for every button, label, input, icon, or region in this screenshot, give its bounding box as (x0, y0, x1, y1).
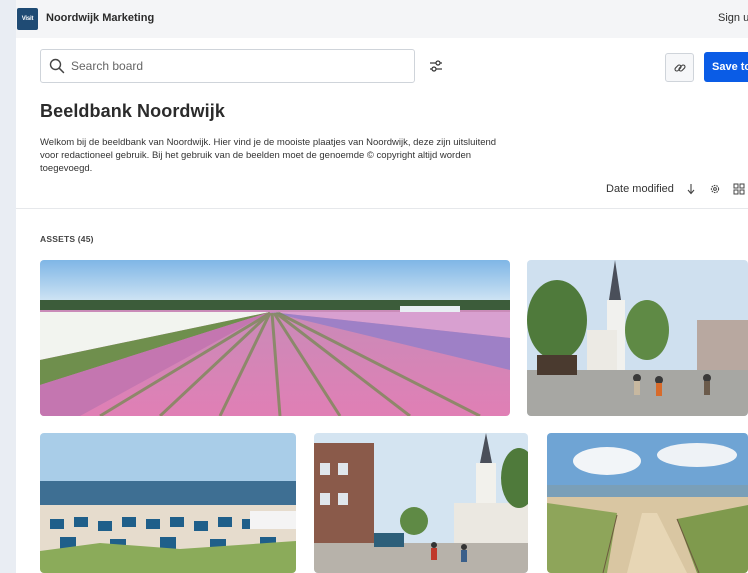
divider (16, 208, 748, 209)
org-name: Noordwijk Marketing (46, 12, 155, 24)
asset-tile-church-square[interactable] (527, 260, 748, 416)
settings-gear-icon[interactable] (708, 182, 722, 196)
org-logo[interactable]: Visit (17, 8, 38, 30)
board-description: Welkom bij de beeldbank van Noordwijk. H… (40, 137, 497, 174)
asset-image (547, 433, 748, 573)
sliders-icon (430, 60, 442, 72)
link-icon (673, 63, 686, 72)
grid-view-icon[interactable] (732, 182, 746, 196)
search-icon (49, 58, 65, 74)
assets-count: ASSETS (45) (40, 234, 94, 244)
asset-tile-bulb-fields[interactable] (40, 260, 510, 416)
signup-link[interactable]: Sign up (718, 12, 748, 24)
filter-button[interactable] (426, 56, 446, 76)
asset-tile-dune-path[interactable] (547, 433, 748, 573)
copy-link-button[interactable] (665, 53, 694, 82)
asset-tile-shopping-street[interactable] (314, 433, 528, 573)
sort-label[interactable]: Date modified (606, 183, 674, 195)
asset-image (40, 433, 296, 573)
sort-direction-icon[interactable] (684, 182, 698, 196)
search-input[interactable] (71, 57, 401, 75)
sort-controls: Date modified (606, 182, 746, 196)
asset-image (314, 433, 528, 573)
save-to-button[interactable]: Save to... (704, 52, 748, 82)
search-box[interactable] (40, 49, 415, 83)
asset-image (527, 260, 748, 416)
page: Visit Noordwijk Marketing Sign up Save t… (16, 0, 748, 573)
asset-image (40, 260, 510, 416)
asset-tile-beach-chairs[interactable] (40, 433, 296, 573)
top-bar: Visit Noordwijk Marketing Sign up (16, 0, 748, 38)
board-title: Beeldbank Noordwijk (40, 101, 225, 121)
